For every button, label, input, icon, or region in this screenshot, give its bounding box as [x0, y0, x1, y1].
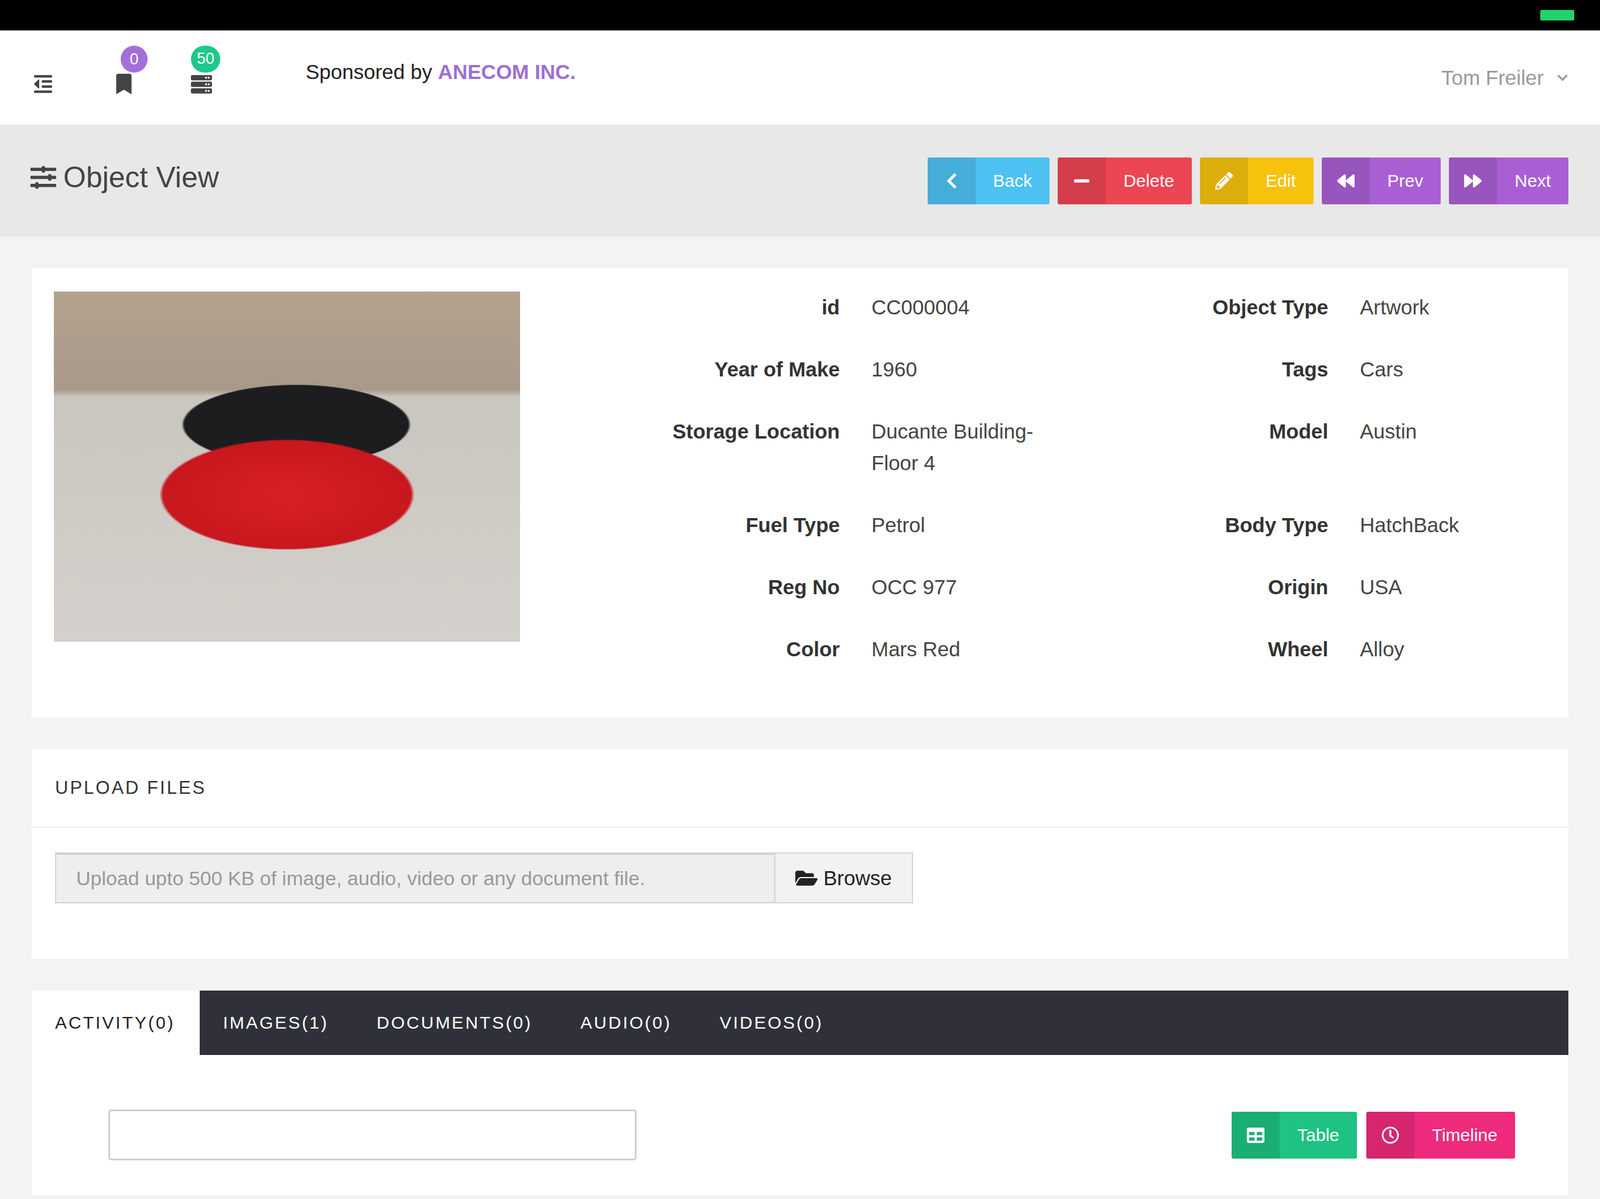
back-button[interactable]: Back: [927, 157, 1051, 205]
field-value: Cars: [1359, 353, 1545, 386]
field-label: Year of Make: [520, 353, 840, 386]
bookmarks-badge: 0: [120, 45, 148, 73]
button-label: Back: [975, 157, 1051, 205]
field-value: Ducante Building-Floor 4: [871, 415, 1065, 480]
field-label: Wheel: [1096, 633, 1329, 666]
content: id CC000004 Object Type Artwork Year of Make…: [0, 236, 1600, 1199]
table-icon-box: [1231, 1112, 1280, 1160]
field-grid: id CC000004 Object Type Artwork Year of Make…: [520, 291, 1545, 666]
field-value: Artwork: [1359, 291, 1545, 324]
button-label: Edit: [1248, 157, 1314, 205]
prev-icon-box: [1321, 157, 1370, 205]
field-label: Color: [520, 633, 840, 666]
next-button[interactable]: Next: [1448, 157, 1569, 205]
tab[interactable]: AUDIO(0): [556, 990, 697, 1056]
tabs-card: ACTIVITY(0)IMAGES(1)DOCUMENTS(0)AUDIO(0)…: [31, 990, 1569, 1196]
battery-icon: [1540, 9, 1575, 21]
table-icon: [1246, 1126, 1265, 1145]
page-title: Object View: [30, 160, 220, 195]
field-value: Alloy: [1359, 633, 1545, 666]
button-label: Timeline: [1414, 1112, 1516, 1160]
field-label: Reg No: [520, 571, 840, 604]
field-label: Origin: [1096, 571, 1329, 604]
title-bar: Object View Back Delete Edit Prev Next: [0, 124, 1600, 237]
activity-panel: Table Timeline: [31, 1055, 1569, 1196]
field-value: HatchBack: [1359, 509, 1545, 542]
edit-icon-box: [1200, 157, 1249, 205]
button-label: Table: [1279, 1112, 1357, 1160]
user-menu[interactable]: Tom Freiler: [1441, 66, 1569, 90]
bookmark-icon: [113, 73, 135, 95]
timeline-icon-box: [1366, 1112, 1415, 1160]
button-label: Prev: [1369, 157, 1442, 205]
list-badge: 50: [190, 45, 221, 73]
browse-button[interactable]: Browse: [775, 852, 914, 904]
prev-icon: [1337, 172, 1355, 190]
tab-bar: ACTIVITY(0)IMAGES(1)DOCUMENTS(0)AUDIO(0)…: [31, 990, 1569, 1056]
tab[interactable]: ACTIVITY(0): [31, 990, 200, 1056]
field-value: 1960: [871, 353, 1065, 386]
edit-button[interactable]: Edit: [1200, 157, 1314, 205]
page: 0 50 Sponsored by ANECOM INC. Tom Freiler Ob…: [0, 0, 1600, 1199]
field-label: Object Type: [1096, 291, 1329, 324]
field-label: Tags: [1096, 353, 1329, 386]
chevron-down-icon: [1556, 72, 1569, 84]
edit-icon: [1215, 172, 1233, 190]
search-field[interactable]: [108, 1109, 637, 1161]
button-label: Next: [1496, 157, 1569, 205]
app-header: 0 50 Sponsored by ANECOM INC. Tom Freiler: [0, 30, 1600, 125]
prev-button[interactable]: Prev: [1321, 157, 1442, 205]
user-name: Tom Freiler: [1441, 66, 1544, 90]
list[interactable]: 50: [190, 73, 213, 95]
button-label: Delete: [1105, 157, 1192, 205]
field-label: Storage Location: [520, 415, 840, 480]
folder-open-icon: [795, 867, 818, 890]
upload-card: UPLOAD FILES Upload upto 500 KB of image,…: [31, 749, 1569, 960]
tab[interactable]: VIDEOS(0): [696, 990, 849, 1056]
sponsor-text: Sponsored by ANECOM INC.: [305, 60, 576, 84]
next-icon-box: [1448, 157, 1497, 205]
menu-icon: [32, 73, 54, 95]
object-card: id CC000004 Object Type Artwork Year of Make…: [31, 268, 1569, 719]
tab[interactable]: IMAGES(1): [199, 990, 354, 1056]
field-value: OCC 977: [871, 571, 1065, 604]
upload-title: UPLOAD FILES: [31, 749, 1569, 829]
timeline-icon: [1381, 1126, 1400, 1145]
object-photo: [53, 291, 521, 642]
field-value: CC000004: [871, 291, 1065, 324]
back-icon: [942, 172, 961, 190]
field-label: id: [520, 291, 840, 324]
bookmarks[interactable]: 0: [113, 73, 135, 95]
sponsor-name: ANECOM INC.: [438, 60, 576, 84]
list-icon: [190, 73, 213, 95]
menu-toggle[interactable]: [32, 73, 54, 95]
field-label: Fuel Type: [520, 509, 840, 542]
next-icon: [1464, 172, 1482, 190]
delete-icon: [1072, 172, 1091, 190]
field-value: Mars Red: [871, 633, 1065, 666]
upload-field[interactable]: Upload upto 500 KB of image, audio, vide…: [55, 852, 776, 904]
field-value: Austin: [1359, 415, 1545, 480]
field-value: Petrol: [871, 509, 1065, 542]
delete-icon-box: [1057, 157, 1106, 205]
field-label: Body Type: [1096, 509, 1329, 542]
sliders-icon: [30, 164, 57, 191]
field-label: Model: [1096, 415, 1329, 480]
field-value: USA: [1359, 571, 1545, 604]
upload-body: Upload upto 500 KB of image, audio, vide…: [31, 828, 1569, 960]
back-icon-box: [927, 157, 976, 205]
status-bar: [0, 0, 1600, 31]
tab[interactable]: DOCUMENTS(0): [353, 990, 557, 1056]
timeline-view-button[interactable]: Timeline: [1366, 1112, 1516, 1160]
view-buttons: Table Timeline: [1231, 1112, 1516, 1160]
table-view-button[interactable]: Table: [1231, 1112, 1357, 1160]
delete-button[interactable]: Delete: [1057, 157, 1192, 205]
action-buttons: Back Delete Edit Prev Next: [927, 157, 1569, 205]
